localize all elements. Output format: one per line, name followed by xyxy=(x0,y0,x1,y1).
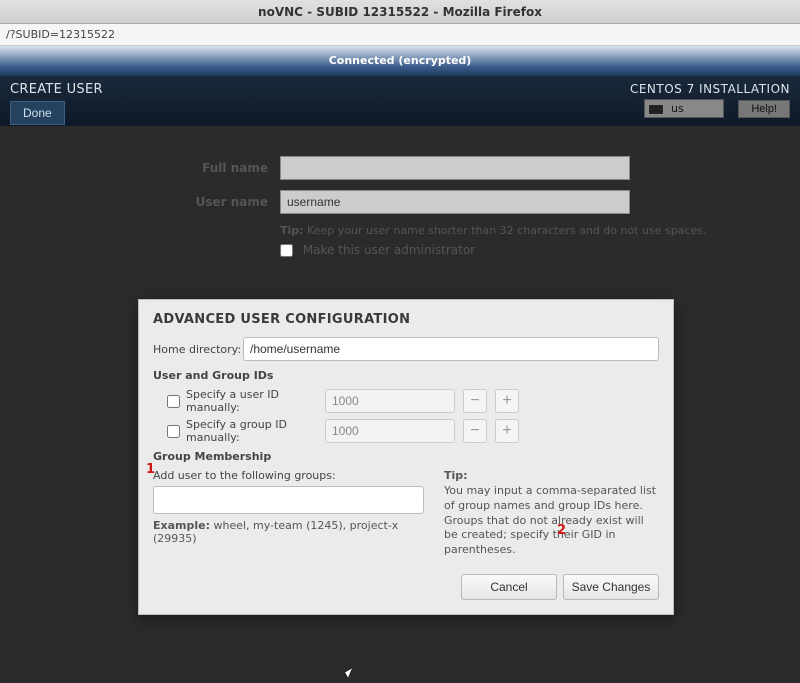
url-bar[interactable]: /?SUBID=12315522 xyxy=(0,24,800,46)
gid-label-text: Specify a group ID manually: xyxy=(186,418,317,444)
main-content: Full name User name Tip: Keep your user … xyxy=(0,126,800,683)
groups-example: Example: wheel, my-team (1245), project-… xyxy=(153,519,424,545)
done-button[interactable]: Done xyxy=(10,101,65,125)
keyboard-icon xyxy=(649,105,663,114)
uid-input xyxy=(325,389,455,413)
vnc-status-banner: Connected (encrypted) xyxy=(0,46,800,76)
gid-input xyxy=(325,419,455,443)
groups-tip-text: You may input a comma-separated list of … xyxy=(444,484,656,556)
uid-row: Specify a user ID manually: − + xyxy=(167,388,659,414)
uid-decrement[interactable]: − xyxy=(463,389,487,413)
home-dir-input[interactable] xyxy=(243,337,659,361)
home-dir-label: Home directory: xyxy=(153,343,243,356)
groups-tip-label: Tip: xyxy=(444,469,468,482)
gid-row: Specify a group ID manually: − + xyxy=(167,418,659,444)
groups-input[interactable] xyxy=(153,486,424,514)
ids-heading: User and Group IDs xyxy=(153,369,659,382)
dialog-title: ADVANCED USER CONFIGURATION xyxy=(153,312,659,327)
gid-checkbox[interactable] xyxy=(167,425,180,438)
gid-decrement[interactable]: − xyxy=(463,419,487,443)
dialog-buttons: Cancel Save Changes xyxy=(153,574,659,600)
vnc-canvas: Connected (encrypted) CREATE USER Done C… xyxy=(0,46,800,683)
advanced-user-dialog: ADVANCED USER CONFIGURATION Home directo… xyxy=(138,299,674,615)
uid-label-text: Specify a user ID manually: xyxy=(186,388,317,414)
keyboard-layout-indicator[interactable]: us xyxy=(644,99,724,118)
gid-increment[interactable]: + xyxy=(495,419,519,443)
installation-title: CENTOS 7 INSTALLATION xyxy=(630,82,790,96)
uid-increment[interactable]: + xyxy=(495,389,519,413)
groups-label: Add user to the following groups: xyxy=(153,469,424,482)
keyboard-layout-text: us xyxy=(671,102,684,115)
uid-checkbox[interactable] xyxy=(167,395,180,408)
groups-tip: Tip: You may input a comma-separated lis… xyxy=(444,469,659,558)
groups-left-col: Add user to the following groups: Exampl… xyxy=(153,469,424,558)
cancel-button[interactable]: Cancel xyxy=(461,574,557,600)
window-titlebar: noVNC - SUBID 12315522 - Mozilla Firefox xyxy=(0,0,800,24)
anaconda-header: CREATE USER Done CENTOS 7 INSTALLATION u… xyxy=(0,76,800,126)
groups-heading: Group Membership xyxy=(153,450,659,463)
url-text: /?SUBID=12315522 xyxy=(6,28,115,41)
example-label: Example: xyxy=(153,519,210,532)
vnc-status-text: Connected (encrypted) xyxy=(329,54,472,67)
save-changes-button[interactable]: Save Changes xyxy=(563,574,659,600)
window-title: noVNC - SUBID 12315522 - Mozilla Firefox xyxy=(258,5,542,19)
uid-checkbox-label[interactable]: Specify a user ID manually: xyxy=(167,388,317,414)
help-button[interactable]: Help! xyxy=(738,100,790,118)
header-right: CENTOS 7 INSTALLATION us Help! xyxy=(630,82,790,118)
gid-checkbox-label[interactable]: Specify a group ID manually: xyxy=(167,418,317,444)
